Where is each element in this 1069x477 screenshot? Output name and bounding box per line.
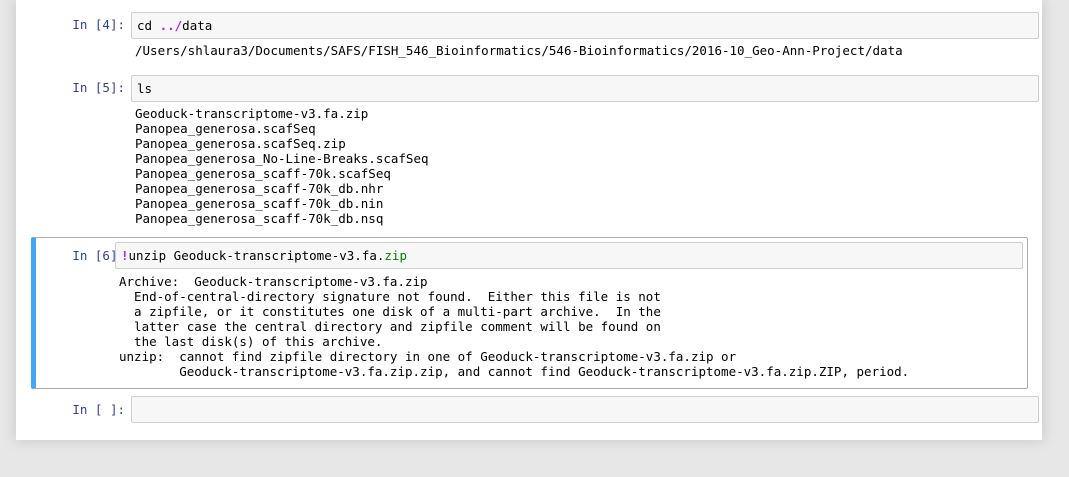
output-line: Panopea_generosa.scafSeq [135,121,316,136]
output-line: Panopea_generosa_scaff-70k_db.nin [135,196,384,211]
output-line: Panopea_generosa_No-Line-Breaks.scafSeq [135,151,429,166]
output-line: Panopea_generosa_scaff-70k_db.nsq [135,211,384,226]
cell-output: Archive: Geoduck-transcriptome-v3.fa.zip… [119,274,1019,379]
input-prompt: In [4]: [72,17,125,32]
output-line: /Users/shlaura3/Documents/SAFS/FISH_546_… [135,43,903,58]
output-line: Archive: Geoduck-transcriptome-v3.fa.zip [119,274,428,289]
code-text: unzip Geoduck-transcriptome-v3.fa. [128,248,385,263]
output-line: Panopea_generosa.scafSeq.zip [135,136,346,151]
code-cell-selected[interactable]: In [6]: !unzip Geoduck-transcriptome-v3.… [31,237,1028,389]
code-keyword: cd [137,18,153,33]
code-text: data [182,18,213,33]
output-line: unzip: cannot find zipfile directory in … [119,349,737,364]
output-line: End-of-central-directory signature not f… [119,289,661,304]
code-cell[interactable]: In [5]: ls Geoduck-transcriptome-v3.fa.z… [31,71,1039,231]
cell-output: /Users/shlaura3/Documents/SAFS/FISH_546_… [135,43,1035,58]
output-line: a zipfile, or it constitutes one disk of… [119,304,661,319]
code-input[interactable]: !unzip Geoduck-transcriptome-v3.fa.zip [115,242,1023,269]
code-attribute: zip [384,248,407,263]
code-input[interactable]: cd ../data [131,12,1039,39]
code-operator: ../ [159,18,183,33]
output-line: latter case the central directory and zi… [119,319,661,334]
notebook-container: In [4]: cd ../data /Users/shlaura3/Docum… [16,0,1042,440]
input-prompt: In [6]: [72,248,125,263]
cell-output: Geoduck-transcriptome-v3.fa.zip Panopea_… [135,106,1035,226]
code-cell[interactable]: In [4]: cd ../data /Users/shlaura3/Docum… [31,8,1039,63]
output-line: the last disk(s) of this archive. [119,334,383,349]
code-cell-empty[interactable]: In [ ]: [31,392,1039,426]
code-operator: ! [121,248,129,263]
output-line: Geoduck-transcriptome-v3.fa.zip [135,106,369,121]
output-line: Panopea_generosa_scaff-70k_db.nhr [135,181,384,196]
output-line: Geoduck-transcriptome-v3.fa.zip.zip, and… [119,364,910,379]
code-input-empty[interactable] [131,396,1039,423]
input-prompt: In [ ]: [72,402,125,417]
input-prompt: In [5]: [72,80,125,95]
output-line: Panopea_generosa_scaff-70k.scafSeq [135,166,391,181]
code-input[interactable]: ls [131,75,1039,102]
